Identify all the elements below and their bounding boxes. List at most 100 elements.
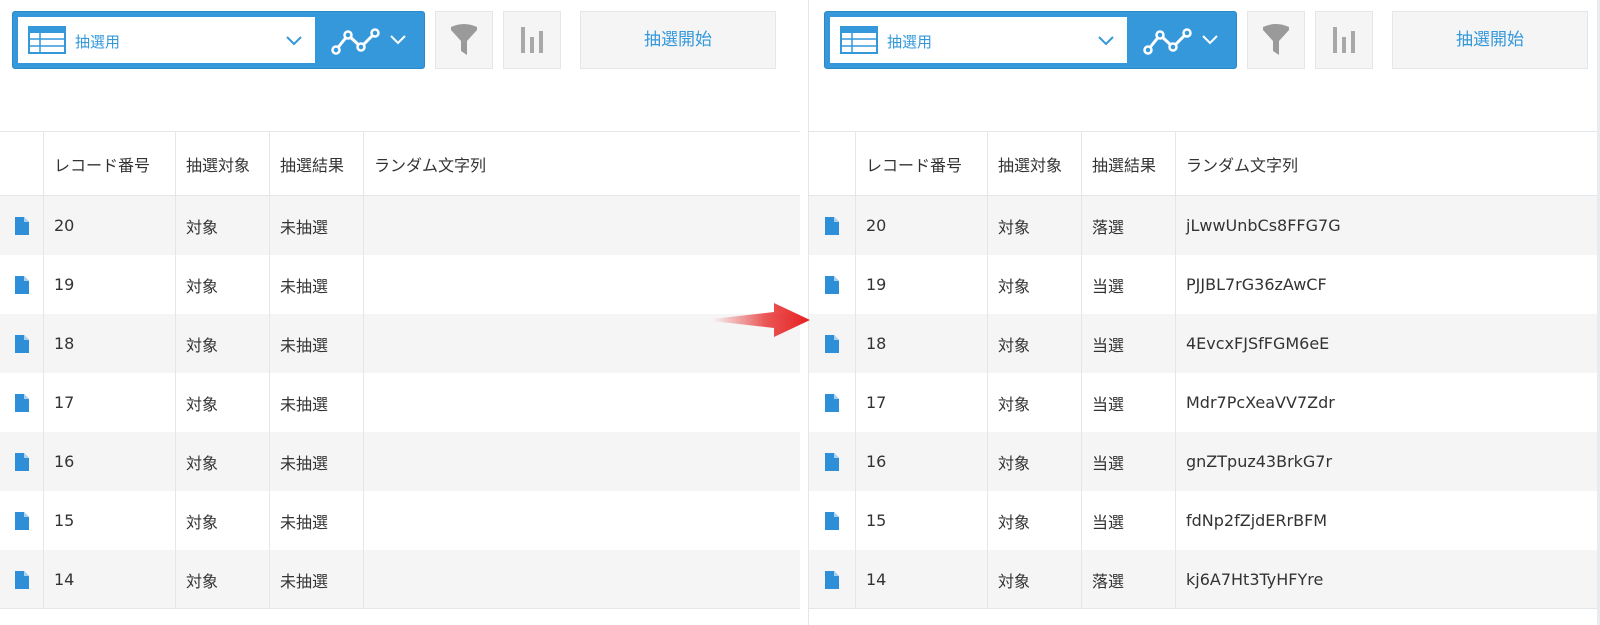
cell-record-number: 15 (44, 491, 176, 550)
bar-chart-icon (1333, 27, 1355, 53)
filter-button[interactable] (1247, 11, 1305, 69)
header-icon-col (0, 132, 44, 195)
cell-record-number: 14 (44, 550, 176, 609)
chevron-down-icon[interactable] (1201, 34, 1219, 46)
cell-lottery-target: 対象 (988, 196, 1082, 255)
table-row: 16 対象 未抽選 (0, 432, 800, 491)
cell-random-string: jLwwUnbCs8FFG7G (1186, 216, 1341, 235)
line-graph-icon[interactable] (331, 26, 381, 56)
cell-lottery-target: 対象 (988, 373, 1082, 432)
record-link[interactable] (809, 550, 856, 609)
start-lottery-button[interactable]: 抽選開始 (580, 11, 776, 69)
record-link[interactable] (0, 432, 44, 491)
record-link[interactable] (809, 314, 856, 373)
cell-record-number: 19 (856, 255, 988, 314)
header-lottery-result[interactable]: 抽選結果 (270, 132, 364, 195)
cell-random-string (364, 550, 800, 609)
cell-lottery-target: 対象 (176, 491, 270, 550)
cell-lottery-result: 当選 (1082, 432, 1176, 491)
record-link[interactable] (809, 373, 856, 432)
document-icon (14, 334, 29, 353)
table-row: 16 対象 当選 gnZTpuz43BrkG7r (809, 432, 1600, 491)
filter-button[interactable] (435, 11, 493, 69)
toolbar: 抽選用 抽選開始 (12, 11, 792, 69)
after-panel: 抽選用 抽選開始 レコード番号 抽選対象 抽選結果 ランダム文字列 20 対象 … (808, 0, 1600, 625)
bar-chart-icon (521, 27, 543, 53)
cell-lottery-result: 落選 (1082, 196, 1176, 255)
table-row: 15 対象 未抽選 (0, 491, 800, 550)
cell-record-number: 16 (44, 432, 176, 491)
header-lottery-target[interactable]: 抽選対象 (176, 132, 270, 195)
cell-record-number: 16 (856, 432, 988, 491)
table-bottom-border (0, 608, 800, 609)
chevron-down-icon[interactable] (389, 34, 407, 46)
cell-record-number: 14 (856, 550, 988, 609)
cell-lottery-result: 未抽選 (270, 491, 364, 550)
record-link[interactable] (0, 550, 44, 609)
cell-lottery-result: 当選 (1082, 314, 1176, 373)
record-link[interactable] (0, 196, 44, 255)
chevron-down-icon (1098, 36, 1114, 46)
table-row: 20 対象 未抽選 (0, 196, 800, 255)
header-random-string[interactable]: ランダム文字列 (364, 132, 800, 195)
cell-random-string: Mdr7PcXeaVV7Zdr (1186, 393, 1335, 412)
header-random-string[interactable]: ランダム文字列 (1176, 132, 1600, 195)
document-icon (14, 393, 29, 412)
start-lottery-button[interactable]: 抽選開始 (1392, 11, 1588, 69)
cell-lottery-target: 対象 (988, 255, 1082, 314)
cell-lottery-result: 落選 (1082, 550, 1176, 609)
record-link[interactable] (0, 255, 44, 314)
cell-lottery-result: 当選 (1082, 255, 1176, 314)
record-link[interactable] (809, 491, 856, 550)
header-record-number[interactable]: レコード番号 (44, 132, 176, 195)
cell-random-string (364, 373, 800, 432)
cell-lottery-target: 対象 (988, 491, 1082, 550)
graph-button[interactable] (503, 11, 561, 69)
record-link[interactable] (809, 432, 856, 491)
table-bottom-border (809, 608, 1600, 609)
cell-lottery-result: 未抽選 (270, 255, 364, 314)
header-record-number[interactable]: レコード番号 (856, 132, 988, 195)
cell-random-string: fdNp2fZjdERrBFM (1186, 511, 1328, 530)
record-link[interactable] (0, 373, 44, 432)
table-icon (28, 26, 66, 54)
cell-lottery-result: 未抽選 (270, 432, 364, 491)
header-icon-col (809, 132, 856, 195)
cell-random-string: gnZTpuz43BrkG7r (1186, 452, 1333, 471)
cell-random-string: PJJBL7rG36zAwCF (1186, 275, 1327, 294)
record-link[interactable] (809, 196, 856, 255)
chevron-down-icon (286, 36, 302, 46)
record-link[interactable] (0, 314, 44, 373)
record-link[interactable] (0, 491, 44, 550)
table-header: レコード番号 抽選対象 抽選結果 ランダム文字列 (809, 132, 1600, 196)
view-name: 抽選用 (75, 33, 121, 51)
cell-record-number: 17 (856, 373, 988, 432)
table-row: 14 対象 未抽選 (0, 550, 800, 609)
line-graph-icon[interactable] (1143, 26, 1193, 56)
table-row: 18 対象 当選 4EvcxFJSfFGM6eE (809, 314, 1600, 373)
cell-record-number: 17 (44, 373, 176, 432)
table-row: 20 対象 落選 jLwwUnbCs8FFG7G (809, 196, 1600, 255)
records-table: レコード番号 抽選対象 抽選結果 ランダム文字列 20 対象 落選 jLwwUnbCs… (809, 131, 1600, 609)
toolbar: 抽選用 抽選開始 (824, 11, 1600, 69)
document-icon (14, 452, 29, 471)
view-dropdown[interactable]: 抽選用 (18, 17, 315, 63)
header-lottery-result[interactable]: 抽選結果 (1082, 132, 1176, 195)
header-lottery-target[interactable]: 抽選対象 (988, 132, 1082, 195)
graph-button[interactable] (1315, 11, 1373, 69)
document-icon (14, 570, 29, 589)
cell-record-number: 19 (44, 255, 176, 314)
table-row: 19 対象 未抽選 (0, 255, 800, 314)
cell-lottery-result: 当選 (1082, 491, 1176, 550)
cell-record-number: 20 (856, 196, 988, 255)
cell-random-string (364, 196, 800, 255)
view-dropdown[interactable]: 抽選用 (830, 17, 1127, 63)
document-icon (825, 570, 839, 589)
record-link[interactable] (809, 255, 856, 314)
filter-icon (451, 24, 477, 55)
document-icon (825, 393, 839, 412)
arrow-right-icon (712, 303, 810, 337)
table-row: 18 対象 未抽選 (0, 314, 800, 373)
table-row: 17 対象 当選 Mdr7PcXeaVV7Zdr (809, 373, 1600, 432)
cell-random-string (364, 432, 800, 491)
